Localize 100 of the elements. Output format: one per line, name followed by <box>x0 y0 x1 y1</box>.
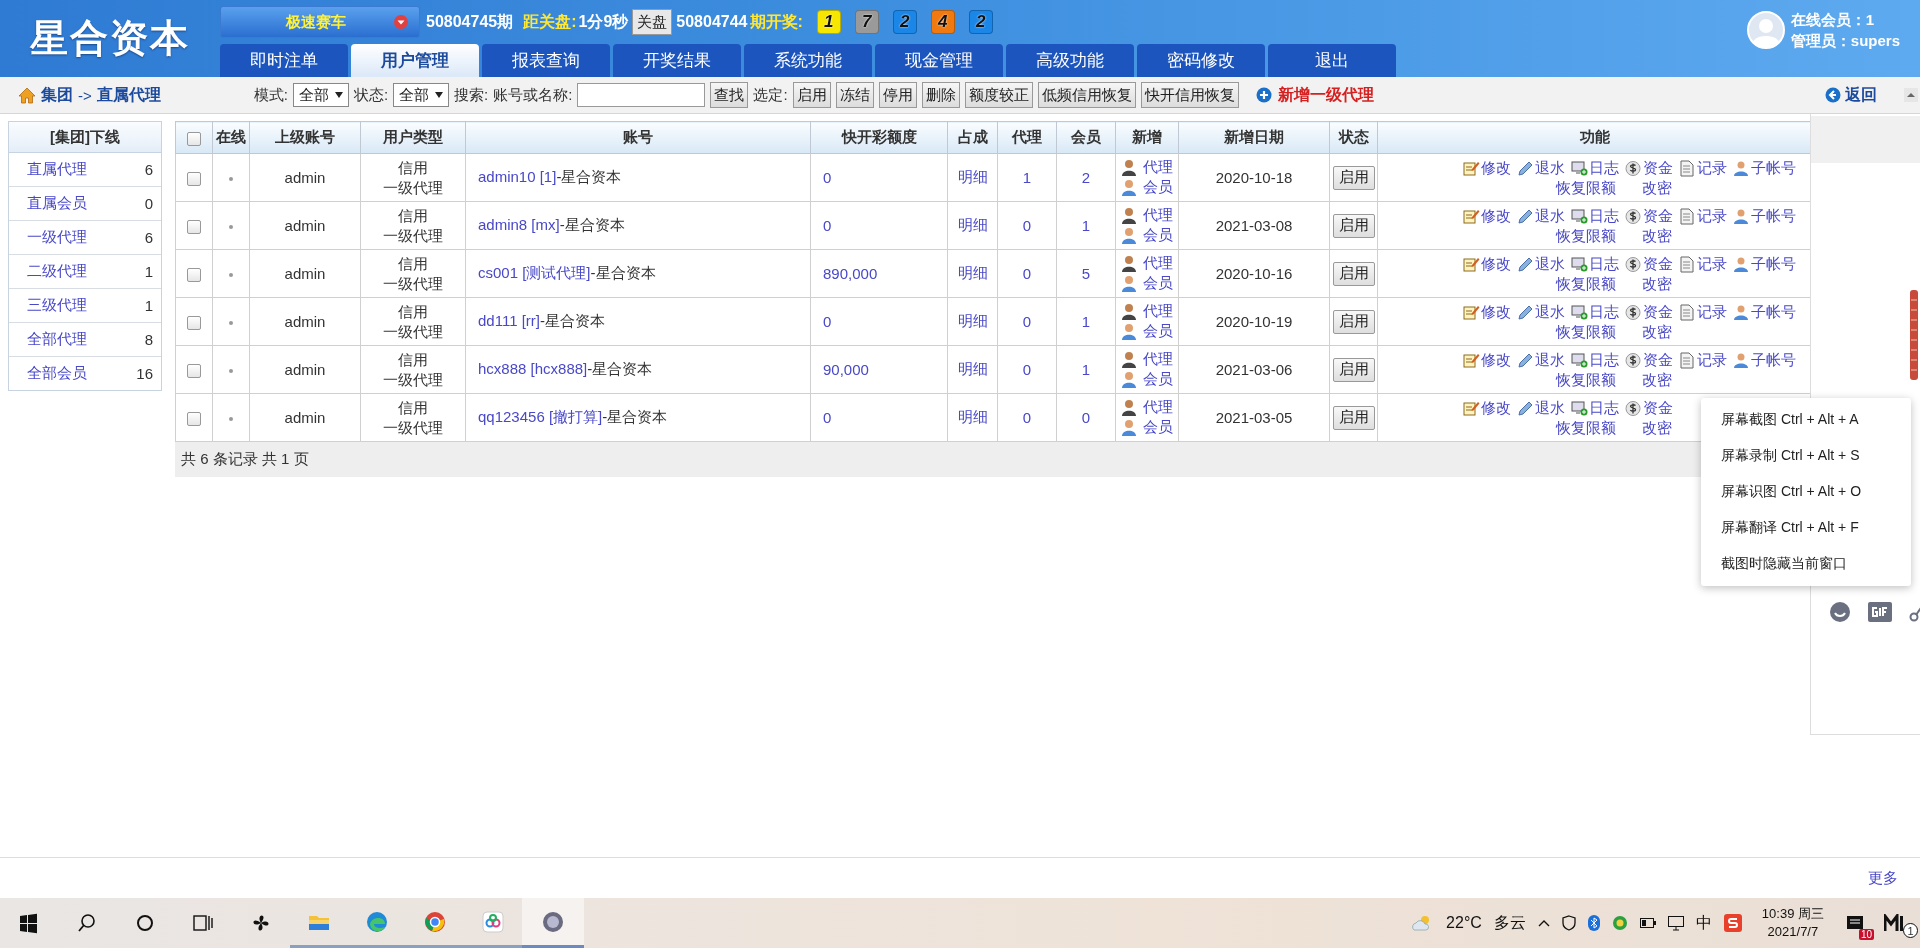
agent-count-link[interactable]: 0 <box>1022 361 1032 378</box>
add-link[interactable]: 代理 <box>1143 302 1173 321</box>
agent-count-link[interactable]: 0 <box>1022 409 1032 426</box>
action-link[interactable]: 日志 <box>1571 254 1619 274</box>
checkbox[interactable] <box>187 268 201 282</box>
m-app-icon[interactable] <box>1884 914 1906 932</box>
action-link[interactable]: 退水 <box>1517 206 1565 226</box>
action-button[interactable]: 额度较正 <box>964 82 1033 108</box>
action-link[interactable]: 日志 <box>1571 206 1619 226</box>
action-link[interactable]: 修改 <box>1463 302 1511 322</box>
action-link[interactable]: 退水 <box>1517 302 1565 322</box>
agent-count-link[interactable]: 1 <box>1022 169 1032 186</box>
checkbox[interactable] <box>187 220 201 234</box>
action-link[interactable]: 退水 <box>1517 158 1565 178</box>
action-link[interactable]: 恢复限额 <box>1556 178 1616 198</box>
account-link[interactable]: dd111 [rr] <box>478 312 540 329</box>
nav-tab[interactable]: 报表查询 <box>482 44 610 77</box>
status-button[interactable]: 启用 <box>1332 165 1375 190</box>
action-link[interactable]: 修改 <box>1463 206 1511 226</box>
action-link[interactable]: 资金 <box>1625 302 1673 322</box>
action-link[interactable]: 资金 <box>1625 158 1673 178</box>
add-link[interactable]: 代理 <box>1143 158 1173 177</box>
member-count-link[interactable]: 0 <box>1081 409 1091 426</box>
add-link[interactable]: 会员 <box>1143 274 1173 293</box>
checkbox[interactable] <box>187 132 201 146</box>
action-link[interactable]: 日志 <box>1571 398 1619 418</box>
action-link[interactable]: 日志 <box>1571 158 1619 178</box>
action-link[interactable]: 资金 <box>1625 398 1673 418</box>
back-link[interactable]: 返回 <box>1825 84 1877 106</box>
input-method-indicator[interactable]: 中 <box>1695 912 1712 934</box>
round-app-icon[interactable] <box>542 910 564 933</box>
action-link[interactable]: 记录 <box>1679 350 1727 370</box>
action-link[interactable]: 恢复限额 <box>1556 418 1616 438</box>
agent-count-link[interactable]: 0 <box>1022 265 1032 282</box>
add-link[interactable]: 会员 <box>1143 370 1173 389</box>
action-link[interactable]: 改密 <box>1642 370 1672 390</box>
sidebar-item[interactable]: 三级代理 1 <box>9 289 161 323</box>
menu-item[interactable]: 屏幕录制 Ctrl + Alt + S <box>1701 438 1911 474</box>
member-count-link[interactable]: 5 <box>1081 265 1091 282</box>
status-button[interactable]: 启用 <box>1332 309 1375 334</box>
clock-date[interactable]: 2021/7/7 <box>1767 923 1819 941</box>
account-link[interactable]: admin10 [1] <box>478 168 557 185</box>
nav-tab[interactable]: 现金管理 <box>875 44 1003 77</box>
search-icon[interactable] <box>76 912 98 934</box>
nav-tab[interactable]: 即时注单 <box>220 44 348 77</box>
status-select[interactable]: 全部 <box>393 83 450 107</box>
action-link[interactable]: 改密 <box>1642 322 1672 342</box>
action-link[interactable]: 子帐号 <box>1733 206 1796 226</box>
action-link[interactable]: 修改 <box>1463 254 1511 274</box>
battery-icon[interactable] <box>1639 918 1656 928</box>
member-count-link[interactable]: 2 <box>1081 169 1091 186</box>
action-link[interactable]: 恢复限额 <box>1556 274 1616 294</box>
action-button[interactable]: 快开信用恢复 <box>1140 82 1239 108</box>
mode-select[interactable]: 全部 <box>292 83 349 107</box>
action-link[interactable]: 记录 <box>1679 206 1727 226</box>
sidebar-item[interactable]: 二级代理 1 <box>9 255 161 289</box>
breadcrumb-link[interactable]: 集团 <box>41 84 73 106</box>
status-button[interactable]: 启用 <box>1332 405 1375 430</box>
member-count-link[interactable]: 1 <box>1081 217 1091 234</box>
add-link[interactable]: 会员 <box>1143 226 1173 245</box>
action-link[interactable]: 资金 <box>1625 350 1673 370</box>
add-agent-link[interactable]: 新增一级代理 <box>1255 84 1374 106</box>
add-link[interactable]: 代理 <box>1143 254 1173 273</box>
more-link[interactable]: 更多 <box>1868 868 1898 888</box>
action-link[interactable]: 记录 <box>1679 302 1727 322</box>
tray-app-icon[interactable] <box>1611 915 1628 931</box>
task-view-icon[interactable] <box>192 912 214 934</box>
nav-tab[interactable]: 系统功能 <box>744 44 872 77</box>
add-link[interactable]: 会员 <box>1143 178 1173 197</box>
nav-tab[interactable]: 开奖结果 <box>613 44 741 77</box>
status-button[interactable]: 启用 <box>1332 213 1375 238</box>
action-button[interactable]: 删除 <box>921 82 960 108</box>
status-button[interactable]: 启用 <box>1332 357 1375 382</box>
notification-icon[interactable] <box>1846 914 1864 932</box>
clock-time[interactable]: 10:39 周三 <box>1761 905 1824 923</box>
search-button[interactable]: 查找 <box>710 82 749 108</box>
browser-wave-icon[interactable] <box>366 910 388 933</box>
action-link[interactable]: 子帐号 <box>1733 350 1796 370</box>
action-link[interactable]: 记录 <box>1679 254 1727 274</box>
add-link[interactable]: 代理 <box>1143 350 1173 369</box>
browser-ball-icon[interactable] <box>424 910 446 933</box>
checkbox[interactable] <box>187 412 201 426</box>
bluetooth-icon[interactable] <box>1587 915 1600 931</box>
action-link[interactable]: 子帐号 <box>1733 254 1796 274</box>
action-link[interactable]: 子帐号 <box>1733 302 1796 322</box>
action-button[interactable]: 冻结 <box>835 82 874 108</box>
action-button[interactable]: 停用 <box>878 82 917 108</box>
action-link[interactable]: 日志 <box>1571 302 1619 322</box>
action-link[interactable]: 退水 <box>1517 398 1565 418</box>
member-count-link[interactable]: 1 <box>1081 313 1091 330</box>
menu-item[interactable]: 屏幕识图 Ctrl + Alt + O <box>1701 474 1911 510</box>
sidebar-item[interactable]: 直属代理 6 <box>9 153 161 187</box>
shield-icon[interactable] <box>1561 915 1576 931</box>
menu-item[interactable]: 屏幕截图 Ctrl + Alt + A <box>1701 402 1911 438</box>
action-link[interactable]: 退水 <box>1517 350 1565 370</box>
add-link[interactable]: 代理 <box>1143 398 1173 417</box>
action-link[interactable]: 修改 <box>1463 350 1511 370</box>
action-button[interactable]: 低频信用恢复 <box>1037 82 1136 108</box>
cloud-app-icon[interactable] <box>482 910 504 933</box>
agent-count-link[interactable]: 0 <box>1022 313 1032 330</box>
